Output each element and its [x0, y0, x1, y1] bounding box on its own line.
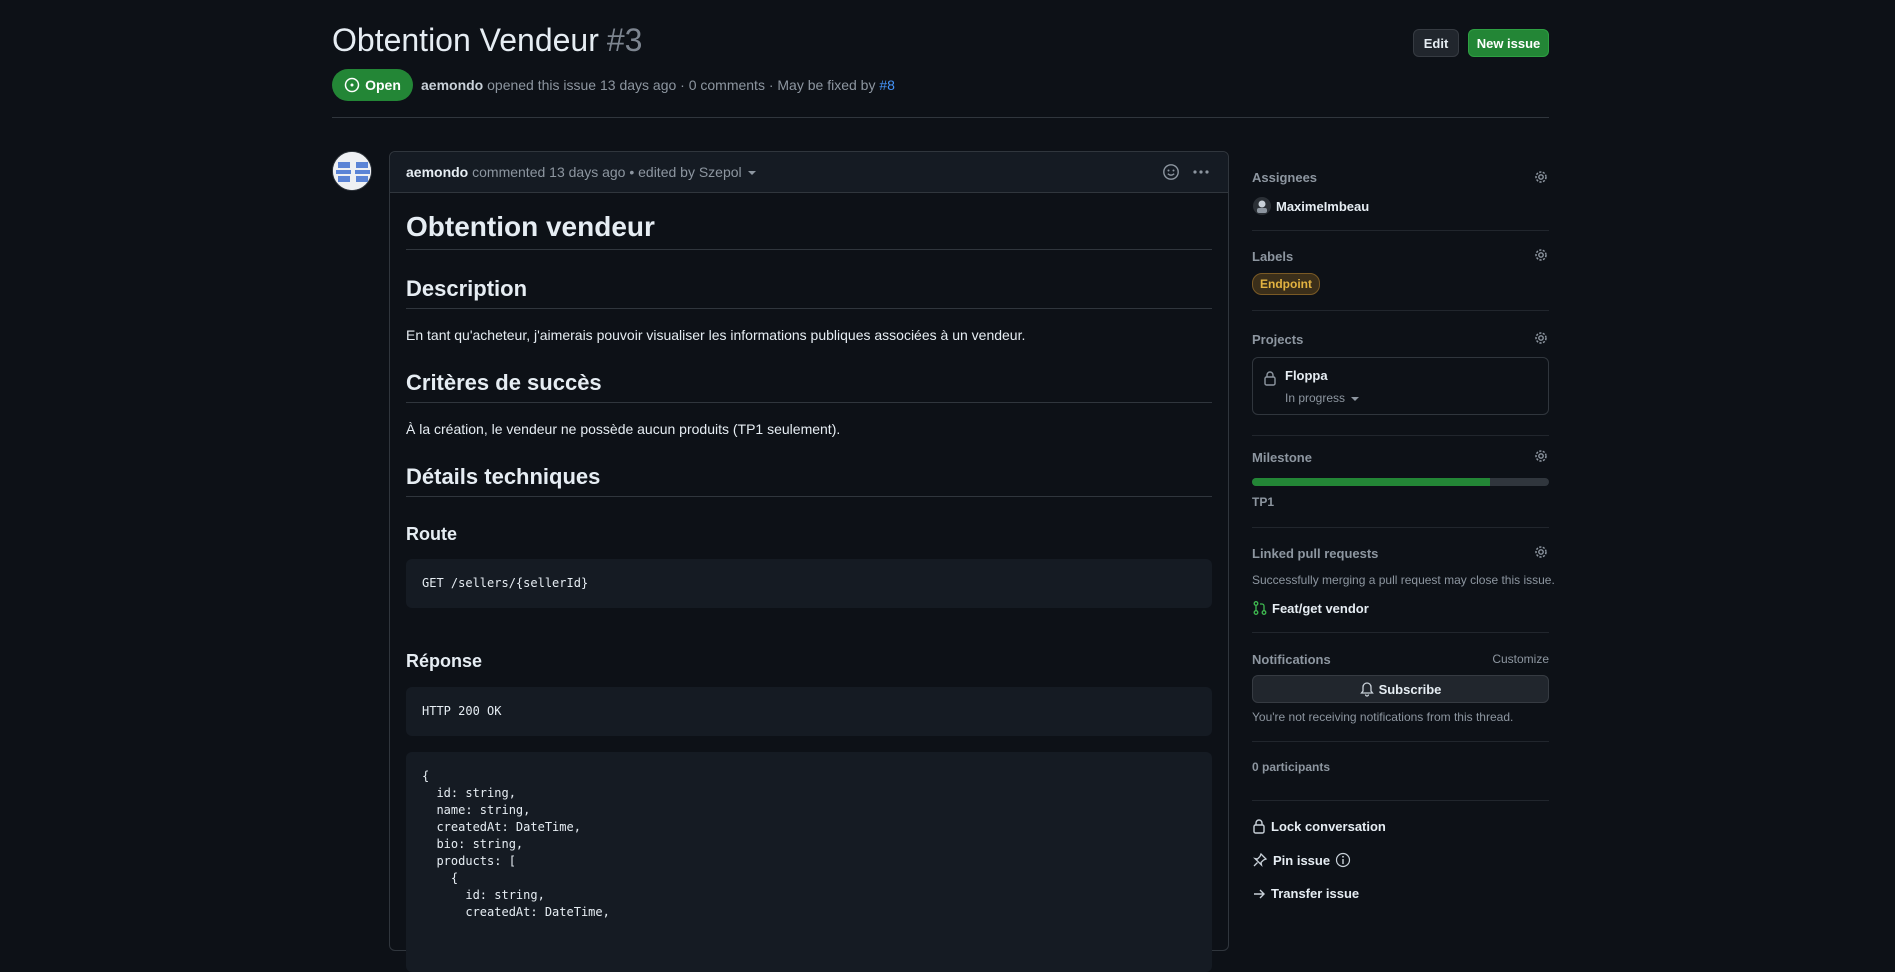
route-heading: Route [406, 524, 457, 544]
comment-meta: aemondo commented 13 days ago • edited b… [406, 164, 756, 180]
gear-icon[interactable] [1533, 169, 1549, 185]
assignee-avatar-icon [1253, 197, 1271, 215]
milestone-progress-fill [1252, 478, 1490, 486]
tech-heading: Détails techniques [406, 464, 601, 489]
gear-icon[interactable] [1533, 544, 1549, 560]
label-chip[interactable]: Endpoint [1252, 273, 1320, 295]
milestone-name[interactable]: TP1 [1252, 495, 1274, 509]
issue-author[interactable]: aemondo [421, 77, 483, 93]
page-title: Obtention Vendeur #3 [332, 22, 642, 59]
lock-icon [1264, 371, 1276, 386]
info-icon[interactable] [1335, 852, 1351, 868]
sidebar-divider [1252, 741, 1549, 742]
linked-prs-description: Successfully merging a pull request may … [1252, 573, 1555, 587]
body-title: Obtention vendeur [406, 211, 655, 242]
projects-title[interactable]: Projects [1252, 332, 1303, 347]
lock-conversation-label: Lock conversation [1271, 818, 1386, 834]
gear-icon[interactable] [1533, 247, 1549, 263]
issue-number: #3 [606, 22, 643, 58]
pin-issue-action[interactable]: Pin issue [1252, 852, 1351, 868]
description-heading: Description [406, 276, 528, 301]
assignees-title[interactable]: Assignees [1252, 170, 1317, 185]
gear-icon[interactable] [1533, 330, 1549, 346]
criteria-text: À la création, le vendeur ne possède auc… [406, 421, 841, 437]
participants-count: 0 participants [1252, 760, 1331, 774]
emoji-reaction-icon[interactable] [1162, 163, 1180, 181]
header-divider [332, 117, 1549, 118]
pull-request-icon [1253, 601, 1267, 615]
issue-comment: aemondo commented 13 days ago • edited b… [389, 151, 1229, 972]
milestone-title[interactable]: Milestone [1252, 450, 1312, 465]
criteria-heading: Critères de succès [406, 370, 602, 395]
sidebar-divider [1252, 632, 1549, 633]
kebab-menu-icon[interactable] [1192, 163, 1210, 181]
comment-author[interactable]: aemondo [406, 164, 468, 180]
gear-icon[interactable] [1533, 448, 1549, 464]
milestone-progress-bar [1252, 478, 1549, 486]
sidebar-divider [1252, 800, 1549, 801]
status-label: Open [365, 77, 401, 93]
customize-link[interactable]: Customize [1492, 652, 1549, 666]
arrow-right-icon [1254, 889, 1265, 898]
response-heading: Réponse [406, 651, 483, 671]
pin-icon [1253, 852, 1268, 867]
linked-pr-item[interactable]: Feat/get vendor [1252, 600, 1369, 616]
linked-prs-title[interactable]: Linked pull requests [1252, 546, 1378, 561]
issue-meta-text: opened this issue 13 days ago · 0 commen… [487, 77, 876, 93]
body-divider [406, 496, 1212, 497]
assignee-item[interactable]: MaximeImbeau [1252, 196, 1369, 216]
sidebar-divider [1252, 527, 1549, 528]
pin-issue-label: Pin issue [1273, 852, 1331, 868]
chevron-down-icon [1351, 396, 1360, 401]
comment-header: aemondo commented 13 days ago • edited b… [390, 152, 1228, 193]
transfer-issue-label: Transfer issue [1271, 886, 1360, 901]
avatar[interactable] [332, 151, 372, 191]
new-issue-button[interactable]: New issue [1468, 29, 1549, 57]
assignee-name: MaximeImbeau [1276, 198, 1370, 214]
sidebar-divider [1252, 310, 1549, 311]
lock-icon [1253, 819, 1265, 834]
comment-timestamp: commented 13 days ago • edited by Szepol [472, 164, 742, 180]
notifications-title: Notifications [1252, 652, 1331, 667]
response-code-block: HTTP 200 OK [406, 687, 1212, 736]
body-divider [406, 308, 1212, 309]
sidebar-divider [1252, 230, 1549, 231]
body-divider [406, 249, 1212, 250]
edit-history-caret-icon[interactable] [747, 171, 756, 176]
linked-pr-name: Feat/get vendor [1272, 600, 1369, 616]
project-card[interactable]: Floppa In progress [1252, 357, 1549, 415]
project-status[interactable]: In progress [1285, 391, 1360, 405]
subscribe-label: Subscribe [1378, 681, 1442, 697]
body-divider [406, 402, 1212, 403]
issue-open-icon [344, 77, 360, 93]
sidebar-divider [1252, 435, 1549, 436]
linked-pr-link[interactable]: #8 [879, 77, 895, 93]
transfer-issue-action[interactable]: Transfer issue [1252, 886, 1359, 901]
notifications-description: You're not receiving notifications from … [1252, 710, 1514, 724]
issue-meta: aemondo opened this issue 13 days ago · … [421, 77, 895, 93]
json-code-block: { id: string, name: string, createdAt: D… [406, 752, 1212, 972]
project-name[interactable]: Floppa [1285, 368, 1328, 383]
description-text: En tant qu'acheteur, j'aimerais pouvoir … [406, 327, 1026, 343]
issue-title: Obtention Vendeur [332, 22, 599, 58]
edit-button[interactable]: Edit [1413, 29, 1459, 57]
lock-conversation-action[interactable]: Lock conversation [1252, 818, 1386, 834]
subscribe-button[interactable]: Subscribe [1252, 675, 1549, 703]
project-status-label: In progress [1285, 391, 1346, 405]
labels-title[interactable]: Labels [1252, 249, 1293, 264]
status-badge: Open [332, 69, 413, 101]
bell-icon [1359, 682, 1374, 697]
route-code-block: GET /sellers/{sellerId} [406, 559, 1212, 608]
